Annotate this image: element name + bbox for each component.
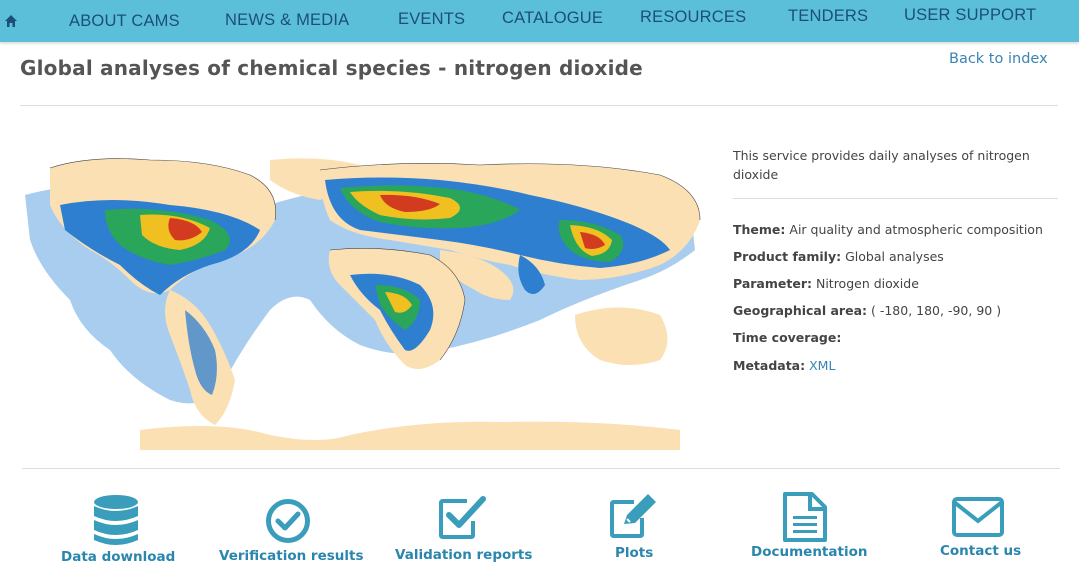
page-title: Global analyses of chemical species - ni… xyxy=(20,56,643,80)
verification-results-label: Verification results xyxy=(219,548,364,564)
nav-tenders[interactable]: TENDERS xyxy=(788,7,868,26)
product-family-row: Product family: Global analyses xyxy=(733,249,944,264)
check-circle-icon xyxy=(266,499,310,543)
documentation-label: Documentation xyxy=(751,544,868,560)
theme-value: Air quality and atmospheric composition xyxy=(789,222,1043,237)
home-icon[interactable] xyxy=(4,14,18,28)
geographical-area-value: ( -180, 180, -90, 90 ) xyxy=(870,303,1002,318)
metadata-row: Metadata: XML xyxy=(733,358,835,373)
metadata-label: Metadata: xyxy=(733,358,806,373)
time-coverage-label: Time coverage: xyxy=(733,330,842,345)
nav-events[interactable]: EVENTS xyxy=(398,10,465,29)
parameter-value: Nitrogen dioxide xyxy=(815,276,919,291)
contact-us-label: Contact us xyxy=(940,543,1022,559)
database-icon xyxy=(94,495,138,545)
divider xyxy=(20,105,1058,106)
nav-news-media[interactable]: NEWS & MEDIA xyxy=(225,11,349,30)
metadata-xml-link[interactable]: XML xyxy=(809,358,835,373)
bottom-divider xyxy=(22,468,1060,469)
nav-about-cams[interactable]: ABOUT CAMS xyxy=(69,12,180,31)
nav-user-support[interactable]: USER SUPPORT xyxy=(904,6,1036,25)
envelope-icon xyxy=(952,497,1004,537)
data-download-label: Data download xyxy=(61,549,176,565)
nav-resources[interactable]: RESOURCES xyxy=(640,8,746,27)
geographical-area-label: Geographical area: xyxy=(733,303,867,318)
validation-reports-label: Validation reports xyxy=(395,547,533,563)
product-family-label: Product family: xyxy=(733,249,842,264)
top-navigation: ABOUT CAMS NEWS & MEDIA EVENTS CATALOGUE… xyxy=(0,0,1079,42)
parameter-label: Parameter: xyxy=(733,276,812,291)
edit-icon xyxy=(610,494,656,538)
theme-label: Theme: xyxy=(733,222,786,237)
info-divider xyxy=(733,198,1058,199)
time-coverage-row: Time coverage: xyxy=(733,330,841,345)
service-description: This service provides daily analyses of … xyxy=(733,148,1030,182)
nitrogen-dioxide-map xyxy=(20,150,703,455)
product-family-value: Global analyses xyxy=(845,249,944,264)
nav-catalogue[interactable]: CATALOGUE xyxy=(502,9,603,28)
geographical-area-row: Geographical area: ( -180, 180, -90, 90 … xyxy=(733,303,1001,318)
plots-label: Plots xyxy=(615,545,654,561)
parameter-row: Parameter: Nitrogen dioxide xyxy=(733,276,919,291)
back-to-index-link[interactable]: Back to index xyxy=(949,51,1048,67)
theme-row: Theme: Air quality and atmospheric compo… xyxy=(733,222,1043,237)
document-icon xyxy=(783,492,827,542)
checkbox-icon xyxy=(439,496,486,539)
